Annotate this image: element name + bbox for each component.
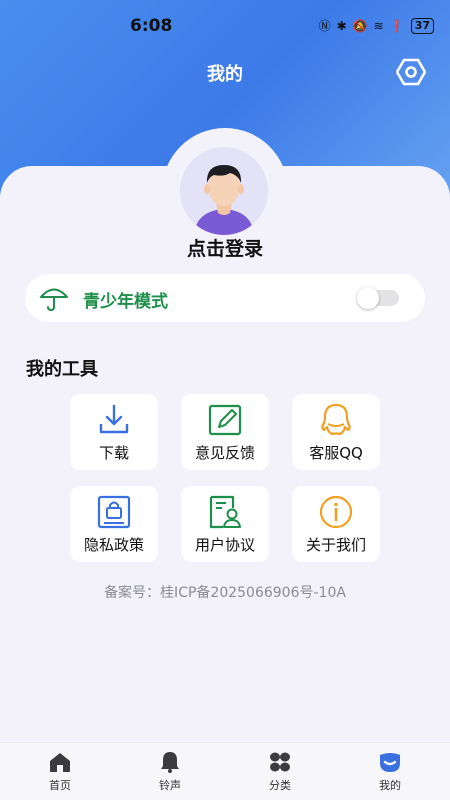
mine-icon [380, 753, 400, 772]
tool-user-agreement[interactable]: 用户协议 [181, 486, 269, 562]
tab-mine[interactable]: 我的 [334, 743, 446, 800]
teen-mode-label: 青少年模式 [83, 292, 168, 312]
mute-icon: 🔕 [352, 19, 368, 33]
icp-record: 备案号：桂ICP备2025066906号-10A [104, 585, 346, 601]
tool-label: 意见反馈 [194, 444, 255, 462]
teen-mode-card[interactable]: 青少年模式 [25, 274, 425, 322]
page-title: 我的 [207, 64, 243, 85]
tool-label: 关于我们 [305, 536, 366, 554]
status-bar: 6:08 Ⓝ ✱ 🔕 ≋ ❗ 37 [0, 14, 450, 42]
settings-hexagon-icon [395, 58, 427, 86]
avatar[interactable] [180, 147, 268, 235]
category-icon [270, 752, 290, 772]
status-time: 6:08 [130, 16, 173, 36]
tool-feedback[interactable]: 意见反馈 [181, 394, 269, 470]
bottom-tab-bar: 首页 铃声 分类 我的 [0, 742, 450, 800]
teen-mode-toggle[interactable] [357, 287, 399, 309]
tool-label: 隐私政策 [83, 536, 144, 554]
download-icon [99, 404, 129, 434]
tools-section-title: 我的工具 [26, 359, 98, 380]
nfc-icon: Ⓝ [318, 19, 331, 33]
info-icon [319, 495, 353, 529]
tool-qq-support[interactable]: 客服QQ [292, 394, 380, 470]
tool-label: 下载 [98, 444, 129, 462]
tool-privacy-policy[interactable]: 隐私政策 [70, 486, 158, 562]
tool-about-us[interactable]: 关于我们 [292, 486, 380, 562]
qq-icon [321, 403, 351, 436]
tool-label: 用户协议 [194, 536, 255, 554]
tool-download[interactable]: 下载 [70, 394, 158, 470]
privacy-lock-icon [97, 495, 131, 529]
tab-ringtones[interactable]: 铃声 [114, 743, 226, 800]
content-panel [0, 166, 450, 800]
tab-label: 分类 [269, 779, 291, 792]
feedback-icon [208, 404, 242, 436]
umbrella-icon [40, 288, 68, 312]
settings-button[interactable] [395, 58, 427, 86]
toggle-knob [357, 287, 379, 309]
tab-home[interactable]: 首页 [4, 743, 116, 800]
status-icons: Ⓝ ✱ 🔕 ≋ ❗ 37 [319, 18, 434, 34]
battery-indicator: 37 [410, 18, 434, 34]
alert-icon: ❗ [389, 19, 405, 33]
wifi-icon: ≋ [373, 19, 384, 33]
bell-icon [161, 752, 179, 773]
user-agreement-icon [209, 495, 241, 529]
login-prompt[interactable]: 点击登录 [0, 234, 450, 261]
tab-label: 我的 [379, 779, 401, 792]
tab-categories[interactable]: 分类 [224, 743, 336, 800]
tool-label: 客服QQ [309, 444, 363, 462]
home-icon [50, 753, 70, 772]
bluetooth-icon: ✱ [336, 19, 347, 33]
tab-label: 铃声 [159, 779, 181, 792]
tab-label: 首页 [49, 779, 71, 792]
default-avatar-icon [180, 147, 268, 235]
